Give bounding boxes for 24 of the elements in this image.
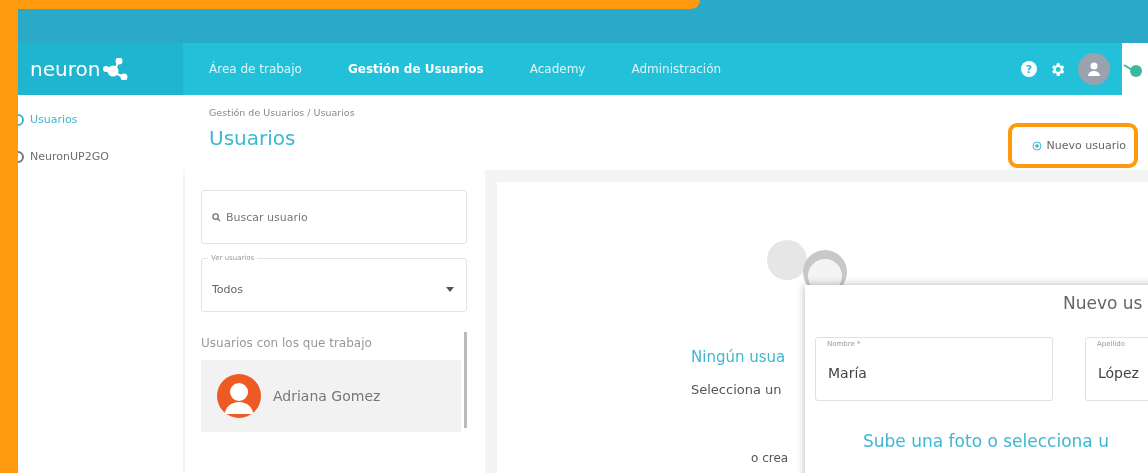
page-title: Usuarios bbox=[209, 126, 297, 150]
dialog-title: Nuevo us bbox=[1063, 293, 1144, 313]
new-user-button[interactable]: Nuevo usuario bbox=[1007, 123, 1138, 168]
sidebar-item[interactable]: NeuronUP2GO bbox=[18, 150, 183, 163]
empty-state-text: o crea bbox=[751, 451, 789, 465]
user-row[interactable]: Adriana Gomez bbox=[201, 360, 461, 432]
avatar-silhouette-icon bbox=[217, 374, 261, 418]
user-avatar[interactable] bbox=[1078, 53, 1110, 85]
empty-state-title: Ningún usua bbox=[691, 348, 786, 366]
search-placeholder: Buscar usuario bbox=[226, 210, 308, 224]
help-icon[interactable]: ? bbox=[1021, 61, 1037, 77]
search-icon bbox=[212, 212, 221, 222]
dropdown-caret-icon bbox=[446, 286, 454, 292]
breadcrumb: Gestión de Usuarios / Usuarios bbox=[209, 107, 355, 118]
nav-link[interactable]: Gestión de Usuarios bbox=[347, 62, 484, 76]
empty-state-text: Selecciona un bbox=[691, 382, 782, 397]
upload-prompt[interactable]: Sube una foto o selecciona u bbox=[863, 431, 1148, 451]
brand-name: neuron bbox=[30, 57, 101, 81]
add-circle-icon bbox=[1031, 140, 1042, 151]
molecule-icon bbox=[102, 58, 129, 80]
settings-icon[interactable] bbox=[1049, 60, 1066, 78]
sidebar-item[interactable]: Usuarios bbox=[18, 113, 183, 126]
list-heading: Usuarios con los que trabajo bbox=[201, 336, 373, 350]
search-field[interactable]: Buscar usuario bbox=[201, 190, 467, 244]
